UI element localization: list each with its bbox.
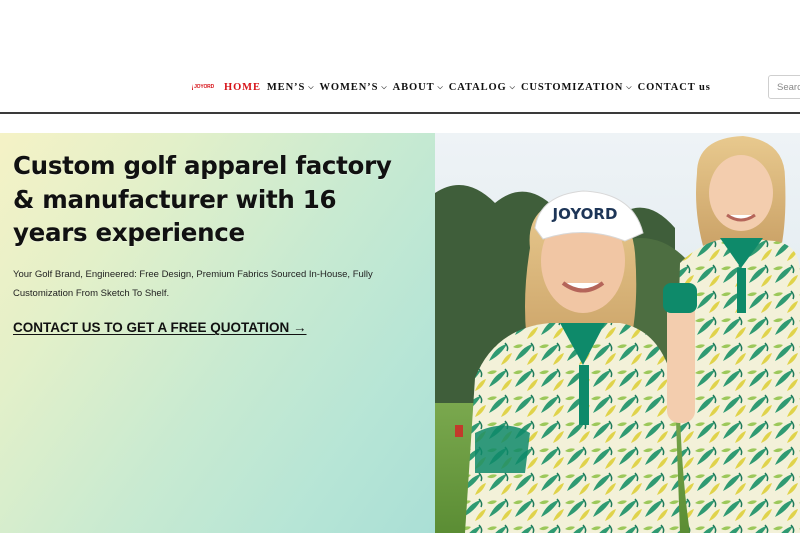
nav-catalog-label: CATALOG [448, 81, 507, 93]
logo-text: JOYORD [194, 84, 214, 90]
hero-photo: JOYORD [435, 133, 800, 533]
logo-mark-icon [192, 84, 194, 90]
nav-home-label: HOME [224, 81, 261, 93]
nav-about-label: ABOUT [392, 81, 435, 93]
site-logo[interactable]: JOYORD [192, 82, 214, 92]
hero-title: Custom golf apparel factory & manufactur… [13, 151, 392, 247]
hero-banner: Custom golf apparel factory & manufactur… [0, 133, 800, 533]
nav-mens-label: MEN’S [266, 81, 306, 93]
hero-text-panel: Custom golf apparel factory & manufactur… [0, 133, 435, 533]
nav-catalog[interactable]: CATALOG ⌵ [449, 82, 515, 93]
nav-customization-label: CUSTOMIZATION [520, 81, 624, 93]
chevron-down-icon: ⌵ [308, 82, 314, 91]
nav-about[interactable]: ABOUT ⌵ [393, 82, 443, 93]
hero-subtitle: Your Golf Brand, Engineered: Free Design… [13, 269, 373, 299]
nav-contact-label: CONTACT us [637, 81, 711, 93]
nav-home[interactable]: HOME [224, 82, 261, 93]
site-header: JOYORD HOME MEN’S ⌵ WOMEN’S ⌵ ABOUT ⌵ CA… [0, 0, 800, 114]
nav-mens[interactable]: MEN’S ⌵ [267, 82, 314, 93]
chevron-down-icon: ⌵ [437, 82, 443, 91]
visor-brand-text: JOYORD [552, 205, 618, 223]
nav-womens-label: WOMEN’S [319, 81, 379, 93]
chevron-down-icon: ⌵ [381, 82, 387, 91]
golfers-photo-illustration: JOYORD [435, 133, 800, 533]
search-input[interactable] [768, 75, 800, 99]
chevron-down-icon: ⌵ [509, 82, 515, 91]
main-nav: HOME MEN’S ⌵ WOMEN’S ⌵ ABOUT ⌵ CATALOG ⌵… [224, 80, 717, 94]
nav-contact[interactable]: CONTACT us [638, 82, 711, 93]
free-quotation-link[interactable]: CONTACT US TO GET A FREE QUOTATION → [13, 320, 307, 335]
nav-customization[interactable]: CUSTOMIZATION ⌵ [521, 82, 632, 93]
nav-womens[interactable]: WOMEN’S ⌵ [320, 82, 387, 93]
chevron-down-icon: ⌵ [626, 82, 632, 91]
